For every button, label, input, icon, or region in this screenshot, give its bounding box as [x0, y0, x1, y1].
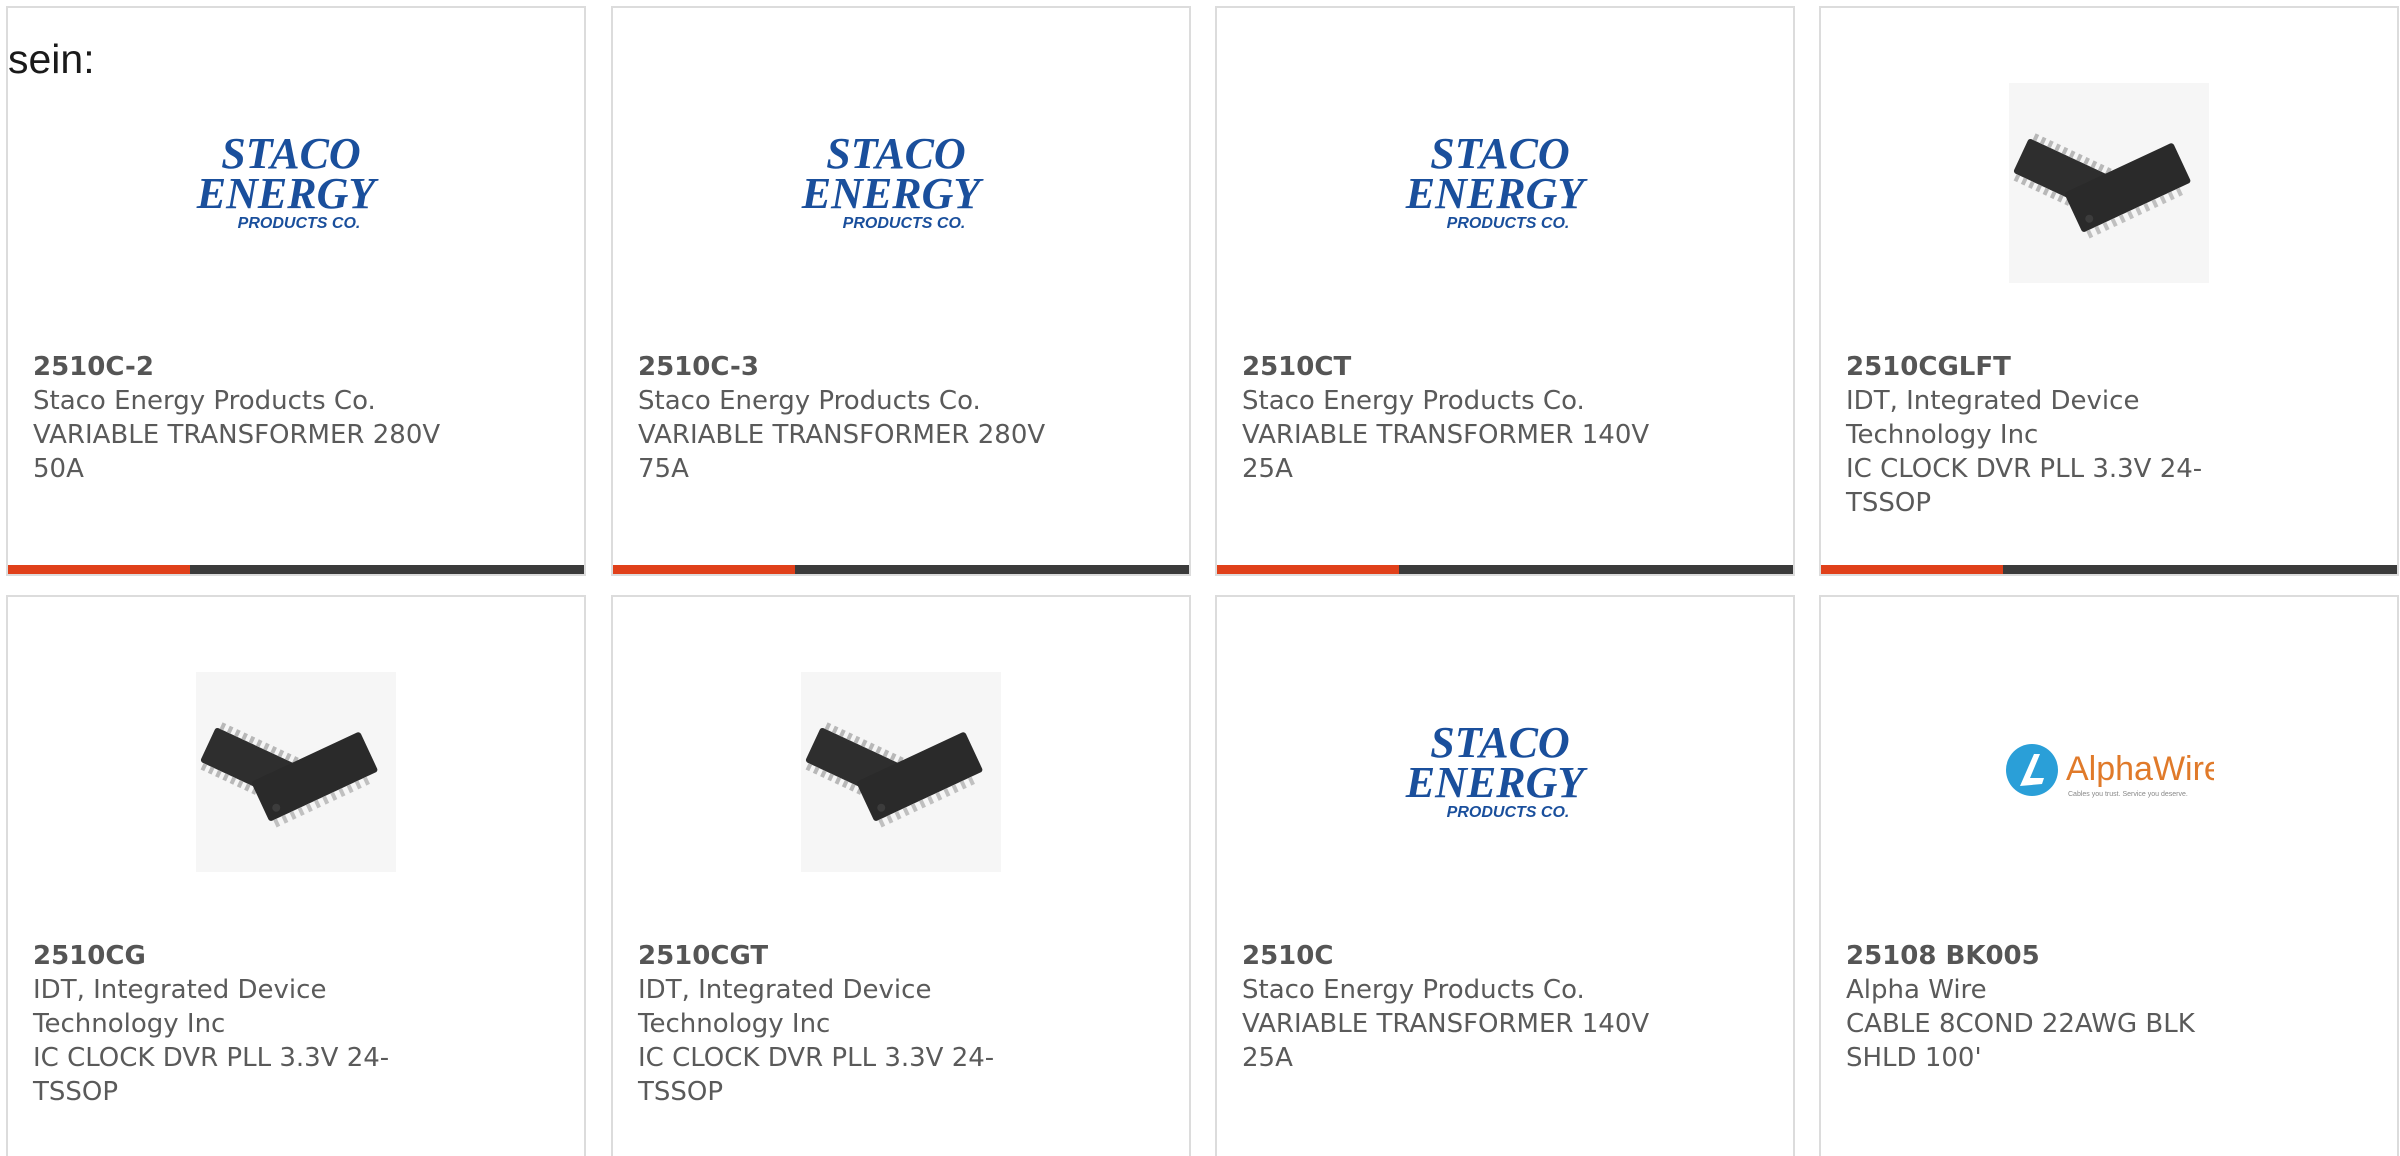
- description: VARIABLE TRANSFORMER 140V 25A: [1242, 1009, 1650, 1073]
- staco-logo-icon: STACO ENERGY PRODUCTS CO.: [1405, 129, 1589, 232]
- product-card[interactable]: STACO ENERGY PRODUCTS CO. 2510C-2 Staco …: [6, 6, 586, 576]
- svg-text:ENERGY: ENERGY: [1405, 758, 1589, 807]
- product-card[interactable]: STACO ENERGY PRODUCTS CO. 2510CT Staco E…: [1215, 6, 1795, 576]
- card-accent: [8, 565, 190, 574]
- svg-text:PRODUCTS CO.: PRODUCTS CO.: [1447, 804, 1570, 821]
- part-number[interactable]: 25108 BK005: [1846, 939, 2266, 973]
- alphawire-logo-icon: AlphaWire Cables you trust. Service you …: [2006, 744, 2214, 798]
- part-number[interactable]: 2510CGT: [638, 939, 1058, 973]
- product-image[interactable]: [8, 657, 584, 887]
- part-number[interactable]: 2510CG: [33, 939, 453, 973]
- product-image[interactable]: AlphaWire Cables you trust. Service you …: [1821, 657, 2397, 887]
- description: IC CLOCK DVR PLL 3.3V 24-TSSOP: [1846, 454, 2203, 518]
- card-accent: [613, 565, 795, 574]
- product-text: 2510C-2 Staco Energy Products Co. VARIAB…: [33, 350, 453, 486]
- tssop-chip-icon: [801, 672, 1001, 872]
- product-card[interactable]: AlphaWire Cables you trust. Service you …: [1819, 595, 2399, 1156]
- card-bottom-bar: [613, 565, 1189, 574]
- part-number[interactable]: 2510C-3: [638, 350, 1058, 384]
- product-grid-page: sein: STACO ENERGY PRODUCTS CO. 2510C-2 …: [0, 0, 2400, 1156]
- staco-logo-icon: STACO ENERGY PRODUCTS CO.: [801, 129, 985, 232]
- description: VARIABLE TRANSFORMER 280V 75A: [638, 420, 1046, 484]
- tssop-chip-icon: [2009, 83, 2209, 283]
- product-card[interactable]: STACO ENERGY PRODUCTS CO. 2510C Staco En…: [1215, 595, 1795, 1156]
- part-number[interactable]: 2510C: [1242, 939, 1662, 973]
- description: IC CLOCK DVR PLL 3.3V 24-TSSOP: [638, 1043, 995, 1107]
- product-image[interactable]: STACO ENERGY PRODUCTS CO.: [1217, 657, 1793, 887]
- product-text: 25108 BK005 Alpha Wire CABLE 8COND 22AWG…: [1846, 939, 2266, 1075]
- description: CABLE 8COND 22AWG BLK SHLD 100': [1846, 1009, 2195, 1073]
- lead-text: sein:: [8, 36, 95, 82]
- product-text: 2510C-3 Staco Energy Products Co. VARIAB…: [638, 350, 1058, 486]
- svg-text:PRODUCTS CO.: PRODUCTS CO.: [843, 215, 966, 232]
- manufacturer: Staco Energy Products Co.: [638, 386, 981, 416]
- manufacturer: Alpha Wire: [1846, 975, 1987, 1005]
- product-card[interactable]: STACO ENERGY PRODUCTS CO. 2510C-3 Staco …: [611, 6, 1191, 576]
- staco-logo-icon: STACO ENERGY PRODUCTS CO.: [196, 129, 380, 232]
- svg-text:Cables you trust. Service you: Cables you trust. Service you deserve.: [2068, 791, 2188, 798]
- manufacturer: Staco Energy Products Co.: [1242, 386, 1585, 416]
- card-bottom-bar: [1217, 565, 1793, 574]
- tssop-chip-icon: [196, 672, 396, 872]
- product-text: 2510CT Staco Energy Products Co. VARIABL…: [1242, 350, 1662, 486]
- part-number[interactable]: 2510C-2: [33, 350, 453, 384]
- manufacturer: IDT, Integrated Device Technology Inc: [1846, 386, 2140, 450]
- svg-text:PRODUCTS CO.: PRODUCTS CO.: [1447, 215, 1570, 232]
- description: VARIABLE TRANSFORMER 140V 25A: [1242, 420, 1650, 484]
- svg-text:ENERGY: ENERGY: [801, 169, 985, 218]
- product-card[interactable]: 2510CGLFT IDT, Integrated Device Technol…: [1819, 6, 2399, 576]
- product-image[interactable]: [1821, 68, 2397, 298]
- svg-text:ENERGY: ENERGY: [196, 169, 380, 218]
- svg-text:PRODUCTS CO.: PRODUCTS CO.: [238, 215, 361, 232]
- product-image[interactable]: STACO ENERGY PRODUCTS CO.: [8, 68, 584, 298]
- manufacturer: Staco Energy Products Co.: [1242, 975, 1585, 1005]
- product-card[interactable]: 2510CGT IDT, Integrated Device Technolog…: [611, 595, 1191, 1156]
- card-bottom-bar: [8, 565, 584, 574]
- manufacturer: IDT, Integrated Device Technology Inc: [638, 975, 932, 1039]
- product-text: 2510C Staco Energy Products Co. VARIABLE…: [1242, 939, 1662, 1075]
- card-bottom-bar: [1821, 565, 2397, 574]
- product-text: 2510CG IDT, Integrated Device Technology…: [33, 939, 453, 1109]
- svg-text:AlphaWire: AlphaWire: [2066, 750, 2214, 788]
- part-number[interactable]: 2510CGLFT: [1846, 350, 2266, 384]
- part-number[interactable]: 2510CT: [1242, 350, 1662, 384]
- svg-text:ENERGY: ENERGY: [1405, 169, 1589, 218]
- product-image[interactable]: STACO ENERGY PRODUCTS CO.: [1217, 68, 1793, 298]
- manufacturer: Staco Energy Products Co.: [33, 386, 376, 416]
- description: IC CLOCK DVR PLL 3.3V 24-TSSOP: [33, 1043, 390, 1107]
- product-image[interactable]: [613, 657, 1189, 887]
- staco-logo-icon: STACO ENERGY PRODUCTS CO.: [1405, 718, 1589, 821]
- product-text: 2510CGLFT IDT, Integrated Device Technol…: [1846, 350, 2266, 520]
- card-accent: [1217, 565, 1399, 574]
- product-image[interactable]: STACO ENERGY PRODUCTS CO.: [613, 68, 1189, 298]
- description: VARIABLE TRANSFORMER 280V 50A: [33, 420, 441, 484]
- product-card[interactable]: 2510CG IDT, Integrated Device Technology…: [6, 595, 586, 1156]
- product-text: 2510CGT IDT, Integrated Device Technolog…: [638, 939, 1058, 1109]
- manufacturer: IDT, Integrated Device Technology Inc: [33, 975, 327, 1039]
- card-accent: [1821, 565, 2003, 574]
